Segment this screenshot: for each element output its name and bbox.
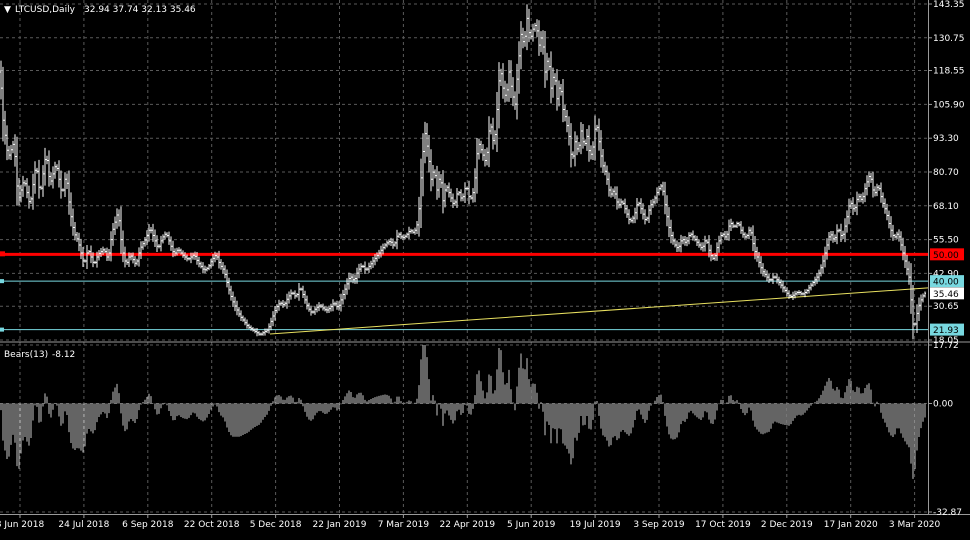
x-tick-label: 22 Jan 2019 <box>313 520 367 530</box>
y-tick-label-sub: -32.87 <box>933 508 962 518</box>
ohlc-readout: 32.94 37.74 32.13 35.46 <box>84 5 196 15</box>
y-tick-label: 93.30 <box>933 134 959 144</box>
x-tick-label: 3 Mar 2020 <box>889 520 941 530</box>
y-tick-label-sub: 0.00 <box>933 399 953 409</box>
support-handle-2[interactable] <box>0 327 4 332</box>
x-tick-label: 22 Oct 2018 <box>184 520 240 530</box>
resistance-handle[interactable] <box>0 251 5 257</box>
support-handle-1[interactable] <box>0 279 4 284</box>
y-tick-label: 105.90 <box>933 100 965 110</box>
x-tick-label: 7 Mar 2019 <box>378 520 430 530</box>
support-price-tag-1: 40.00 <box>933 278 959 288</box>
x-tick-label: 3 Sep 2019 <box>633 520 685 530</box>
y-tick-label: 80.70 <box>933 168 959 178</box>
y-tick-label: 55.50 <box>933 236 959 246</box>
current-price-tag: 35.46 <box>933 290 959 300</box>
y-tick-label-sub: 17.72 <box>933 341 959 351</box>
symbol-dropdown-icon[interactable]: ▼ <box>4 5 11 15</box>
x-tick-label: 17 Oct 2019 <box>695 520 751 530</box>
x-tick-label: 2 Dec 2019 <box>761 520 813 530</box>
y-tick-label: 30.65 <box>933 302 959 312</box>
y-tick-label: 130.75 <box>933 34 965 44</box>
y-tick-label: 118.55 <box>933 67 965 77</box>
x-tick-label: 8 Jun 2018 <box>0 520 44 530</box>
indicator-value: -8.12 <box>52 350 75 360</box>
chart-window: 143.35 130.75 118.55 105.90 93.30 80.70 68.10 5… <box>0 0 970 536</box>
resistance-price-tag: 50.00 <box>933 251 959 261</box>
x-tick-label: 6 Sep 2018 <box>122 520 174 530</box>
indicator-title: Bears(13) <box>4 350 48 360</box>
y-tick-label: 68.10 <box>933 202 959 212</box>
x-tick-label: 22 Apr 2019 <box>439 520 495 530</box>
trend-line[interactable] <box>269 287 929 335</box>
support-price-tag-2: 21.93 <box>933 326 959 336</box>
price-chart[interactable]: 143.35 130.75 118.55 105.90 93.30 80.70 68.10 5… <box>0 0 970 536</box>
x-tick-label: 5 Jun 2019 <box>507 520 556 530</box>
x-tick-label: 19 Jul 2019 <box>570 520 621 530</box>
chart-title: LTCUSD,Daily <box>15 5 76 15</box>
x-tick-label: 5 Dec 2018 <box>250 520 302 530</box>
y-tick-label: 143.35 <box>933 0 965 10</box>
x-tick-label: 24 Jul 2018 <box>58 520 109 530</box>
x-tick-label: 17 Jan 2020 <box>824 520 878 530</box>
